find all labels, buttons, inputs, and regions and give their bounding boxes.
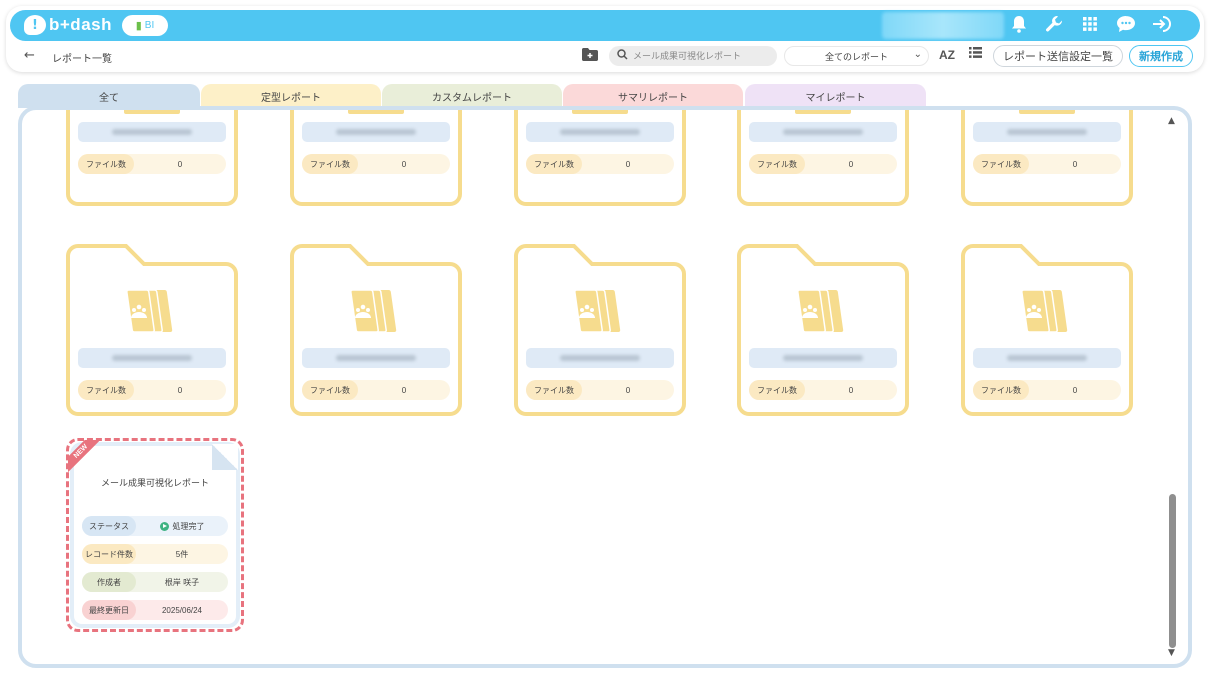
tab-custom-report[interactable]: カスタムレポート xyxy=(382,84,562,108)
folder-name-blurred xyxy=(973,122,1121,142)
report-updated-row: 最終更新日 2025/06/24 xyxy=(82,600,228,620)
search-icon xyxy=(617,49,628,63)
scrollbar-thumb[interactable] xyxy=(1169,494,1176,648)
report-send-settings-button[interactable]: レポート送信設定一覧 xyxy=(993,45,1123,67)
report-grid: ファイル数 0 ファイル数 0 ファイル数 0 ファイル数 0 ファイル数 0 ファ xyxy=(22,110,1167,664)
user-info-blurred[interactable] xyxy=(882,12,1004,39)
folder-file-count: ファイル数 0 xyxy=(749,380,897,400)
folder-card[interactable]: ファイル数 0 xyxy=(288,110,464,210)
folder-report-icon xyxy=(350,289,397,333)
report-card-highlighted[interactable]: NEW メール成果可視化レポート ステータス 処理完了 レコード件数 5件 作成… xyxy=(66,438,244,632)
records-value: 5件 xyxy=(175,549,189,559)
tab-summary-report[interactable]: サマリレポート xyxy=(563,84,743,108)
folder-file-count: ファイル数 0 xyxy=(749,154,897,174)
records-label: レコード件数 xyxy=(82,544,136,564)
report-title: メール成果可視化レポート xyxy=(100,478,209,488)
status-value: 処理完了 xyxy=(136,516,228,536)
report-author-row: 作成者 根岸 咲子 xyxy=(82,572,228,592)
folder-name-blurred xyxy=(302,348,450,368)
folder-card[interactable]: ファイル数 0 xyxy=(959,110,1135,210)
scroll-up-arrow-icon[interactable]: ▲ xyxy=(1168,116,1175,126)
back-arrow-icon[interactable]: ← xyxy=(24,48,35,63)
bi-badge[interactable]: ▮ BI xyxy=(122,15,168,36)
apps-grid-icon[interactable] xyxy=(1079,15,1101,37)
app-logo[interactable]: ! b+dash xyxy=(24,15,112,35)
folder-file-count: ファイル数 0 xyxy=(302,380,450,400)
logo-text: b+dash xyxy=(49,15,112,34)
folder-report-icon xyxy=(574,289,621,333)
report-card[interactable]: NEW メール成果可視化レポート ステータス 処理完了 レコード件数 5件 作成… xyxy=(68,440,238,624)
status-play-icon xyxy=(159,521,169,531)
search-input[interactable] xyxy=(633,48,773,64)
report-list-panel: ファイル数 0 ファイル数 0 ファイル数 0 ファイル数 0 ファイル数 0 ファ xyxy=(18,106,1192,668)
folder-report-icon xyxy=(797,289,844,333)
new-report-button[interactable]: 新規作成 xyxy=(1129,45,1193,67)
new-badge: NEW xyxy=(68,440,102,474)
scroll-down-arrow-icon[interactable]: ▼ xyxy=(1168,648,1175,658)
updated-label: 最終更新日 xyxy=(82,600,136,620)
folder-card[interactable]: ファイル数 0 xyxy=(512,110,688,210)
folder-name-blurred xyxy=(526,348,674,368)
author-label: 作成者 xyxy=(82,572,136,592)
folder-card[interactable]: ファイル数 0 xyxy=(959,242,1135,420)
report-records-row: レコード件数 5件 xyxy=(82,544,228,564)
folder-file-count: ファイル数 0 xyxy=(78,380,226,400)
report-filter-select[interactable]: 全てのレポート ⌄ xyxy=(784,46,929,66)
bi-badge-label: BI xyxy=(144,20,155,31)
status-label: ステータス xyxy=(82,516,136,536)
folder-name-blurred xyxy=(302,122,450,142)
folder-file-count: ファイル数 0 xyxy=(78,154,226,174)
folder-file-count: ファイル数 0 xyxy=(302,154,450,174)
folder-card[interactable]: ファイル数 0 xyxy=(735,242,911,420)
top-navbar: ! b+dash ▮ BI xyxy=(10,10,1200,41)
chart-icon: ▮ xyxy=(135,20,142,32)
folder-file-count: ファイル数 0 xyxy=(526,380,674,400)
folder-name-blurred xyxy=(78,348,226,368)
folder-card[interactable]: ファイル数 0 xyxy=(735,110,911,210)
toolbar: ← レポート一覧 全てのレポート ⌄ AZ レポート送信設定一覧 新規作成 xyxy=(6,44,1204,70)
breadcrumb: レポート一覧 xyxy=(52,54,112,65)
folder-card[interactable]: ファイル数 0 xyxy=(64,242,240,420)
folder-file-count: ファイル数 0 xyxy=(973,380,1121,400)
wrench-icon[interactable] xyxy=(1043,15,1065,37)
chat-icon[interactable] xyxy=(1115,15,1137,37)
folder-name-blurred xyxy=(973,348,1121,368)
folder-name-blurred xyxy=(749,122,897,142)
page-fold-corner xyxy=(212,444,238,470)
tab-all[interactable]: 全て xyxy=(18,84,200,108)
folder-card[interactable]: ファイル数 0 xyxy=(288,242,464,420)
search-box[interactable] xyxy=(609,46,777,66)
report-status-row: ステータス 処理完了 xyxy=(82,516,228,536)
folder-file-count: ファイル数 0 xyxy=(973,154,1121,174)
chevron-down-icon: ⌄ xyxy=(913,49,922,60)
folder-name-blurred xyxy=(749,348,897,368)
filter-selected-value: 全てのレポート xyxy=(824,51,888,62)
logout-icon[interactable] xyxy=(1151,15,1173,37)
tab-standard-report[interactable]: 定型レポート xyxy=(201,84,381,108)
folder-name-blurred xyxy=(78,122,226,142)
logo-mark-icon: ! xyxy=(24,15,46,35)
folder-report-icon xyxy=(1021,289,1068,333)
folder-add-icon[interactable] xyxy=(582,48,598,61)
list-view-icon[interactable] xyxy=(969,47,982,62)
author-value: 根岸 咲子 xyxy=(164,577,200,587)
bell-icon[interactable] xyxy=(1008,15,1030,37)
folder-file-count: ファイル数 0 xyxy=(526,154,674,174)
folder-name-blurred xyxy=(526,122,674,142)
folder-report-icon xyxy=(126,289,173,333)
folder-card[interactable]: ファイル数 0 xyxy=(512,242,688,420)
tab-my-report[interactable]: マイレポート xyxy=(745,84,926,108)
sort-az-icon[interactable]: AZ xyxy=(939,48,955,62)
folder-card[interactable]: ファイル数 0 xyxy=(64,110,240,210)
updated-value: 2025/06/24 xyxy=(161,605,203,615)
